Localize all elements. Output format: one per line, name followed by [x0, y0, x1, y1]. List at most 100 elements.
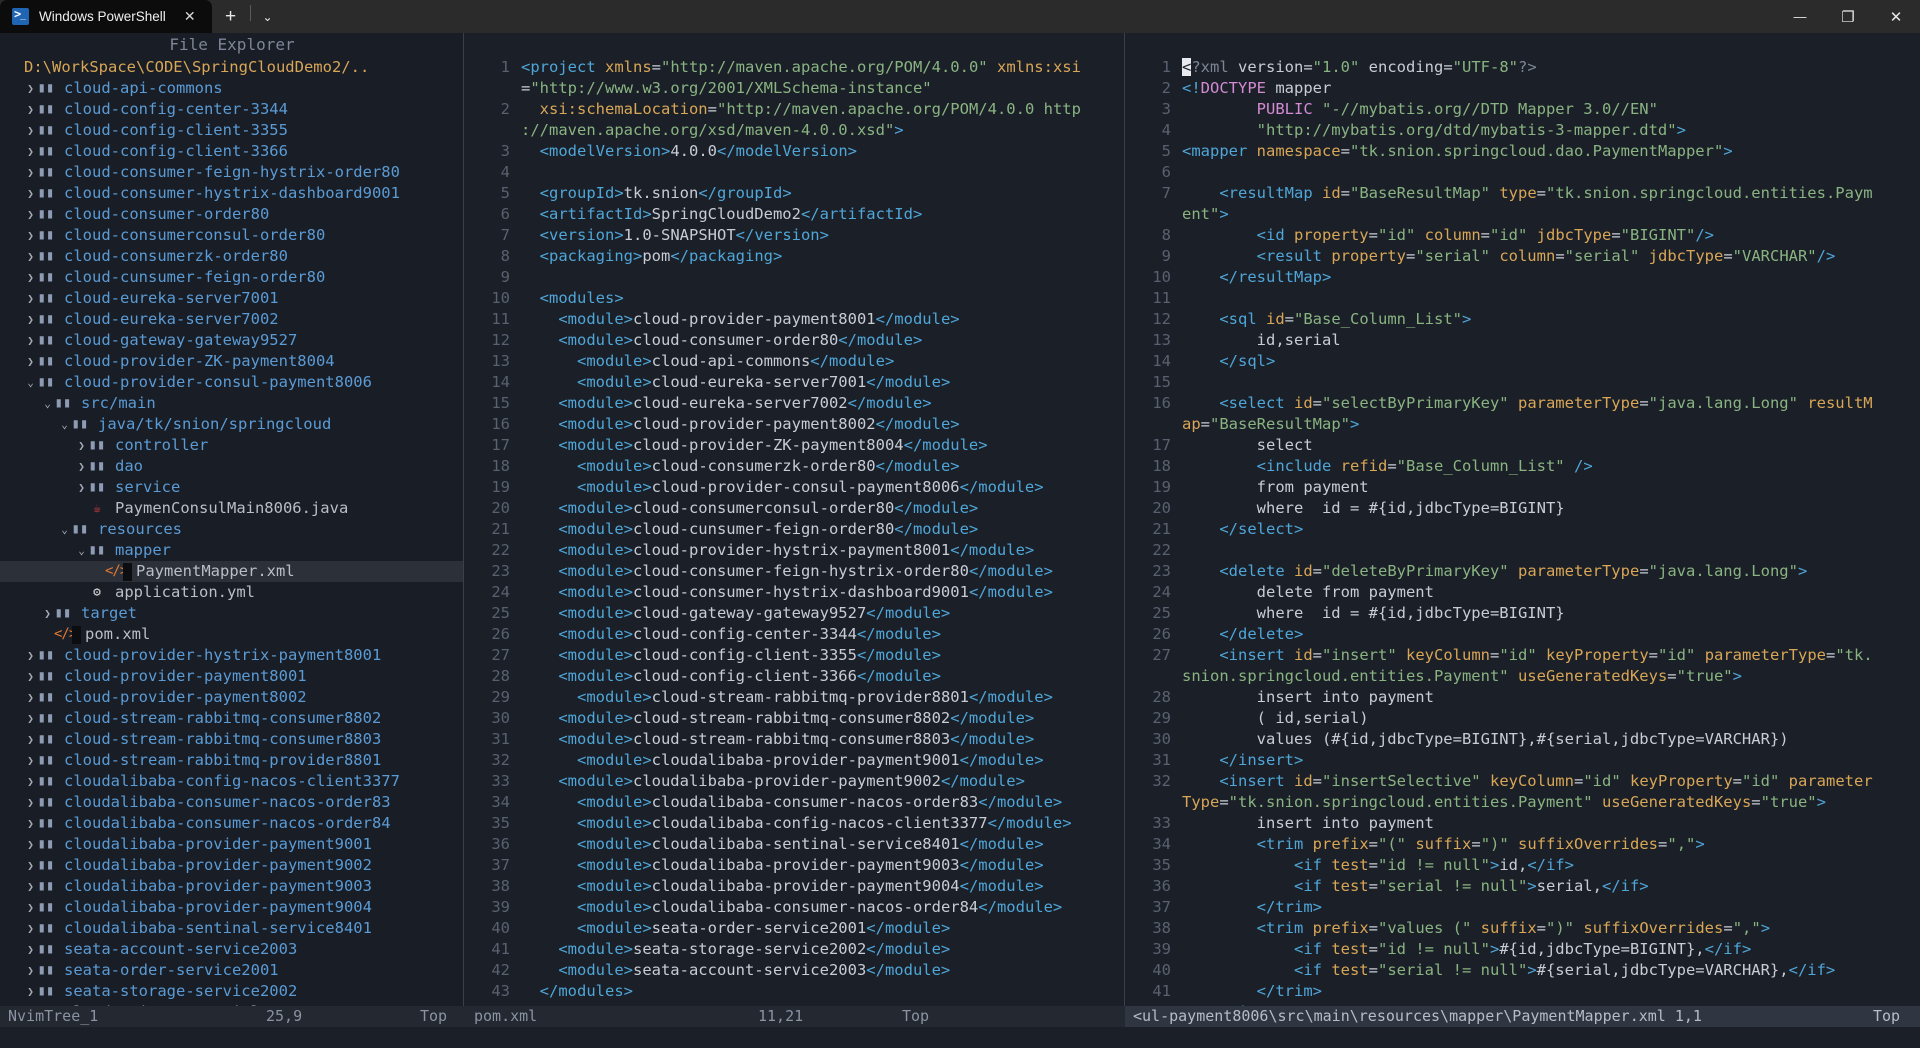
chevron-right-icon[interactable]: ❯ [24, 834, 37, 855]
tree-item-seata-storage-service2002[interactable]: ❯ ▮▮ seata-storage-service2002 [0, 981, 464, 1002]
chevron-right-icon[interactable]: ❯ [24, 204, 37, 225]
chevron-right-icon[interactable]: ❯ [24, 708, 37, 729]
tree-item-cloud-gateway-gateway9527[interactable]: ❯ ▮▮ cloud-gateway-gateway9527 [0, 330, 464, 351]
tree-item-cloudalibaba-consumer-nacos-order83[interactable]: ❯ ▮▮ cloudalibaba-consumer-nacos-order83 [0, 792, 464, 813]
chevron-right-icon[interactable]: ❯ [24, 918, 37, 939]
tree-item-seata-account-service2003[interactable]: ❯ ▮▮ seata-account-service2003 [0, 939, 464, 960]
tree-item-cloud-consumerconsul-order80[interactable]: ❯ ▮▮ cloud-consumerconsul-order80 [0, 225, 464, 246]
chevron-right-icon[interactable]: ❯ [24, 183, 37, 204]
chevron-down-icon[interactable]: ⌄ [75, 540, 88, 561]
tree-item-application-yml[interactable]: ❯ ⚙ application.yml [0, 582, 464, 603]
tree-item-cloud-provider-consul-payment8006[interactable]: ⌄ ▮▮ cloud-provider-consul-payment8006 [0, 372, 464, 393]
tree-item-cloud-provider-hystrix-payment8001[interactable]: ❯ ▮▮ cloud-provider-hystrix-payment8001 [0, 645, 464, 666]
chevron-right-icon[interactable]: ❯ [75, 435, 88, 456]
close-icon[interactable]: ✕ [176, 8, 204, 25]
maximize-button[interactable]: ❐ [1824, 0, 1872, 33]
tree-item-mapper[interactable]: ⌄ ▮▮ mapper [0, 540, 464, 561]
chevron-right-icon[interactable]: ❯ [92, 561, 105, 582]
tree-item-cloud-provider-zk-payment8004[interactable]: ❯ ▮▮ cloud-provider-ZK-payment8004 [0, 351, 464, 372]
terminal-tab-powershell[interactable]: Windows PowerShell ✕ [0, 0, 212, 33]
tree-item-cloud-provider-payment8002[interactable]: ❯ ▮▮ cloud-provider-payment8002 [0, 687, 464, 708]
tree-item-cloudalibaba-consumer-nacos-order84[interactable]: ❯ ▮▮ cloudalibaba-consumer-nacos-order84 [0, 813, 464, 834]
chevron-right-icon[interactable]: ❯ [24, 351, 37, 372]
tree-item-cloud-consumer-order80[interactable]: ❯ ▮▮ cloud-consumer-order80 [0, 204, 464, 225]
chevron-right-icon[interactable]: ❯ [24, 78, 37, 99]
command-line[interactable] [0, 1027, 1920, 1048]
chevron-right-icon[interactable]: ❯ [24, 267, 37, 288]
chevron-right-icon[interactable]: ❯ [24, 666, 37, 687]
tree-item-cloud-config-center-3344[interactable]: ❯ ▮▮ cloud-config-center-3344 [0, 99, 464, 120]
tree-item-pom-xml[interactable]: ❯</> pom.xml [0, 624, 464, 645]
chevron-right-icon[interactable]: ❯ [24, 162, 37, 183]
chevron-right-icon[interactable]: ❯ [24, 876, 37, 897]
tree-item-controller[interactable]: ❯ ▮▮ controller [0, 435, 464, 456]
new-tab-button[interactable]: + [212, 0, 250, 33]
chevron-right-icon[interactable]: ❯ [24, 288, 37, 309]
tree-item-cloud-stream-rabbitmq-consumer8802[interactable]: ❯ ▮▮ cloud-stream-rabbitmq-consumer8802 [0, 708, 464, 729]
tree-item-cloud-config-client-3366[interactable]: ❯ ▮▮ cloud-config-client-3366 [0, 141, 464, 162]
chevron-right-icon[interactable]: ❯ [24, 750, 37, 771]
tree-item-cloud-consumer-feign-hystrix-order80[interactable]: ❯ ▮▮ cloud-consumer-feign-hystrix-order80 [0, 162, 464, 183]
chevron-right-icon[interactable]: ❯ [24, 855, 37, 876]
tree-item-paymenconsulmain8006-java[interactable]: ❯ ☕ PaymenConsulMain8006.java [0, 498, 464, 519]
chevron-right-icon[interactable]: ❯ [24, 645, 37, 666]
chevron-down-icon[interactable]: ⌄ [251, 0, 285, 33]
close-button[interactable]: ✕ [1872, 0, 1920, 33]
tree-item-target[interactable]: ❯ ▮▮ target [0, 603, 464, 624]
editor-pane-pom-xml[interactable]: 1 <project xmlns="http://maven.apache.org… [464, 33, 1125, 1048]
chevron-right-icon[interactable]: ❯ [75, 456, 88, 477]
code-area-pom-xml[interactable]: 1 <project xmlns="http://maven.apache.org… [464, 57, 1125, 1048]
chevron-right-icon[interactable]: ❯ [75, 498, 88, 519]
tree-item-src-main[interactable]: ⌄ ▮▮ src/main [0, 393, 464, 414]
chevron-right-icon[interactable]: ❯ [24, 729, 37, 750]
tree-item-cloudalibaba-config-nacos-client3377[interactable]: ❯ ▮▮ cloudalibaba-config-nacos-client3377 [0, 771, 464, 792]
chevron-right-icon[interactable]: ❯ [41, 603, 54, 624]
tree-item-cloud-cunsumer-feign-order80[interactable]: ❯ ▮▮ cloud-cunsumer-feign-order80 [0, 267, 464, 288]
tree-item-paymentmapper-xml[interactable]: ❯</> PaymentMapper.xml [0, 561, 464, 582]
editor-pane-paymentmapper-xml[interactable]: 1 <?xml version="1.0" encoding="UTF-8"?> 2… [1125, 33, 1920, 1048]
tree-item-cloudalibaba-provider-payment9002[interactable]: ❯ ▮▮ cloudalibaba-provider-payment9002 [0, 855, 464, 876]
chevron-right-icon[interactable]: ❯ [24, 246, 37, 267]
chevron-right-icon[interactable]: ❯ [24, 792, 37, 813]
chevron-right-icon[interactable]: ❯ [75, 477, 88, 498]
tree-item-cloud-stream-rabbitmq-provider8801[interactable]: ❯ ▮▮ cloud-stream-rabbitmq-provider8801 [0, 750, 464, 771]
tree-item-cloud-eureka-server7001[interactable]: ❯ ▮▮ cloud-eureka-server7001 [0, 288, 464, 309]
chevron-right-icon[interactable]: ❯ [41, 624, 54, 645]
tree-item-cloud-consumer-hystrix-dashboard9001[interactable]: ❯ ▮▮ cloud-consumer-hystrix-dashboard9001 [0, 183, 464, 204]
code-area-paymentmapper-xml[interactable]: 1 <?xml version="1.0" encoding="UTF-8"?> 2… [1125, 57, 1920, 1048]
chevron-right-icon[interactable]: ❯ [24, 813, 37, 834]
chevron-right-icon[interactable]: ❯ [24, 120, 37, 141]
tree-item-cloudalibaba-provider-payment9001[interactable]: ❯ ▮▮ cloudalibaba-provider-payment9001 [0, 834, 464, 855]
chevron-right-icon[interactable]: ❯ [24, 687, 37, 708]
tree-item-cloudalibaba-provider-payment9003[interactable]: ❯ ▮▮ cloudalibaba-provider-payment9003 [0, 876, 464, 897]
tree-item-java-tk-snion-springcloud[interactable]: ⌄ ▮▮ java/tk/snion/springcloud [0, 414, 464, 435]
chevron-right-icon[interactable]: ❯ [24, 309, 37, 330]
chevron-right-icon[interactable]: ❯ [24, 225, 37, 246]
chevron-right-icon[interactable]: ❯ [24, 771, 37, 792]
chevron-right-icon[interactable]: ❯ [24, 981, 37, 1002]
chevron-right-icon[interactable]: ❯ [24, 330, 37, 351]
tree-item-cloud-consumerzk-order80[interactable]: ❯ ▮▮ cloud-consumerzk-order80 [0, 246, 464, 267]
chevron-down-icon[interactable]: ⌄ [58, 519, 71, 540]
tree-item-cloudalibaba-provider-payment9004[interactable]: ❯ ▮▮ cloudalibaba-provider-payment9004 [0, 897, 464, 918]
chevron-right-icon[interactable]: ❯ [24, 939, 37, 960]
tree-item-cloud-api-commons[interactable]: ❯ ▮▮ cloud-api-commons [0, 78, 464, 99]
chevron-right-icon[interactable]: ❯ [24, 960, 37, 981]
tree-item-cloudalibaba-sentinal-service8401[interactable]: ❯ ▮▮ cloudalibaba-sentinal-service8401 [0, 918, 464, 939]
chevron-right-icon[interactable]: ❯ [24, 99, 37, 120]
chevron-right-icon[interactable]: ❯ [24, 897, 37, 918]
chevron-down-icon[interactable]: ⌄ [24, 372, 37, 393]
chevron-right-icon[interactable]: ❯ [75, 582, 88, 603]
tree-item-cloud-eureka-server7002[interactable]: ❯ ▮▮ cloud-eureka-server7002 [0, 309, 464, 330]
tree-item-seata-order-service2001[interactable]: ❯ ▮▮ seata-order-service2001 [0, 960, 464, 981]
chevron-down-icon[interactable]: ⌄ [58, 414, 71, 435]
chevron-down-icon[interactable]: ⌄ [41, 393, 54, 414]
tree-item-resources[interactable]: ⌄ ▮▮ resources [0, 519, 464, 540]
minimize-button[interactable]: — [1776, 0, 1824, 33]
tree-item-dao[interactable]: ❯ ▮▮ dao [0, 456, 464, 477]
tree-item-cloud-stream-rabbitmq-consumer8803[interactable]: ❯ ▮▮ cloud-stream-rabbitmq-consumer8803 [0, 729, 464, 750]
tree-item-cloud-config-client-3355[interactable]: ❯ ▮▮ cloud-config-client-3355 [0, 120, 464, 141]
tree-item-cloud-provider-payment8001[interactable]: ❯ ▮▮ cloud-provider-payment8001 [0, 666, 464, 687]
chevron-right-icon[interactable]: ❯ [24, 141, 37, 162]
tree-item-service[interactable]: ❯ ▮▮ service [0, 477, 464, 498]
